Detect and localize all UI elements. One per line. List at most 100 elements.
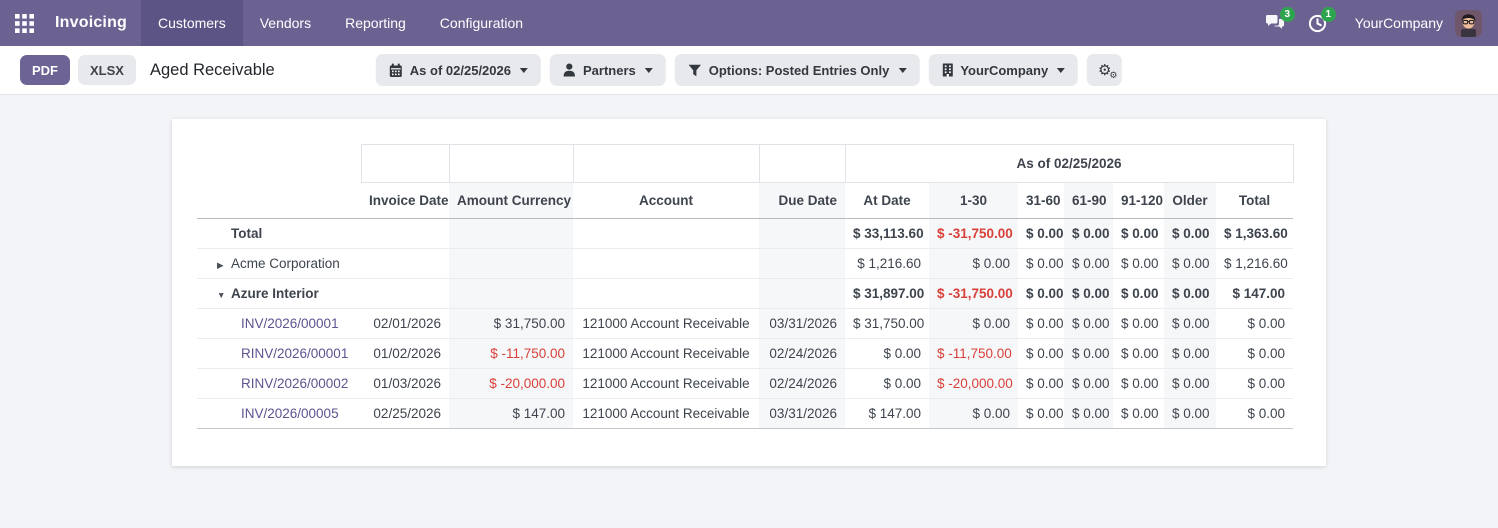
cell-older: $ 0.00 [1164, 248, 1216, 279]
cell-amount-currency: $ 147.00 [449, 398, 573, 429]
column-header-due-date: Due Date [759, 182, 845, 219]
header-spacer-cell [758, 144, 846, 183]
cell-31-60: $ 0.00 [1018, 248, 1064, 279]
cell-total: $ 147.00 [1216, 278, 1294, 309]
cell-61-90: $ 0.00 [1064, 278, 1113, 309]
cell-31-60: $ 0.00 [1018, 398, 1064, 429]
table-row[interactable]: INV/2026/00005 02/25/2026 $ 147.00 12100… [197, 398, 1294, 429]
user-company-name[interactable]: YourCompany [1355, 15, 1443, 31]
column-header-empty [197, 182, 361, 219]
column-header-at-date: At Date [845, 182, 929, 219]
cell-account: 121000 Account Receivable [573, 398, 759, 429]
cell-91-120: $ 0.00 [1113, 218, 1164, 249]
row-label[interactable]: INV/2026/00005 [241, 406, 339, 421]
cell-61-90: $ 0.00 [1064, 338, 1113, 369]
cell-amount-currency: $ -20,000.00 [449, 368, 573, 399]
nav-item-customers[interactable]: Customers [141, 0, 243, 46]
aged-receivable-table: As of 02/25/2026 Invoice Date Amount Cur… [197, 144, 1294, 429]
period-header: As of 02/25/2026 [844, 144, 1294, 183]
cell-amount-currency [449, 278, 573, 309]
partners-filter-button[interactable]: Partners [549, 54, 666, 86]
table-row[interactable]: INV/2026/00001 02/01/2026 $ 31,750.00 12… [197, 308, 1294, 339]
top-navbar: Invoicing Customers Vendors Reporting Co… [0, 0, 1498, 46]
cell-at-date: $ 147.00 [845, 398, 929, 429]
grid-icon [15, 13, 34, 33]
cell-account: 121000 Account Receivable [573, 368, 759, 399]
row-label[interactable]: RINV/2026/00001 [241, 346, 348, 361]
cell-91-120: $ 0.00 [1113, 248, 1164, 279]
row-label[interactable]: RINV/2026/00002 [241, 376, 348, 391]
messages-button[interactable]: 3 [1265, 7, 1295, 32]
nav-item-vendors[interactable]: Vendors [243, 0, 328, 46]
table-row[interactable]: RINV/2026/00001 01/02/2026 $ -11,750.00 … [197, 338, 1294, 369]
cell-invoice-date: 01/03/2026 [361, 368, 449, 399]
expand-caret-icon[interactable]: ▶ [217, 260, 231, 271]
nav-item-reporting[interactable]: Reporting [328, 0, 423, 46]
report-table-body: Total $ 33,113.60 $ -31,750.00 $ 0.00 $ … [197, 218, 1294, 429]
page-title: Aged Receivable [149, 60, 275, 79]
row-label[interactable]: Acme Corporation [231, 256, 340, 271]
cell-invoice-date [361, 278, 449, 309]
cell-1-30: $ 0.00 [929, 248, 1018, 279]
cell-1-30: $ 0.00 [929, 308, 1018, 339]
app-name[interactable]: Invoicing [47, 0, 141, 46]
date-filter-label: As of 02/25/2026 [409, 62, 511, 78]
column-header-61-90: 61-90 [1064, 182, 1113, 219]
column-header-91-120: 91-120 [1113, 182, 1164, 219]
column-header-total: Total [1216, 182, 1294, 219]
cell-due-date [759, 278, 845, 309]
messages-badge: 3 [1279, 7, 1295, 22]
cell-at-date: $ 33,113.60 [845, 218, 929, 249]
cell-1-30: $ -20,000.00 [929, 368, 1018, 399]
cell-older: $ 0.00 [1164, 368, 1216, 399]
table-row[interactable]: RINV/2026/00002 01/03/2026 $ -20,000.00 … [197, 368, 1294, 399]
cell-due-date: 02/24/2026 [759, 338, 845, 369]
expand-caret-icon[interactable]: ▼ [217, 290, 231, 300]
table-row[interactable]: Total $ 33,113.60 $ -31,750.00 $ 0.00 $ … [197, 218, 1294, 249]
row-label[interactable]: INV/2026/00001 [241, 316, 339, 331]
xlsx-button[interactable]: XLSX [78, 55, 136, 85]
cell-31-60: $ 0.00 [1018, 218, 1064, 249]
partners-filter-label: Partners [582, 62, 636, 78]
column-header-amount-currency: Amount Currency [449, 182, 573, 219]
row-label[interactable]: Total [231, 226, 262, 241]
cell-due-date: 03/31/2026 [759, 308, 845, 339]
cell-amount-currency: $ 31,750.00 [449, 308, 573, 339]
cell-at-date: $ 31,750.00 [845, 308, 929, 339]
cell-due-date [759, 248, 845, 279]
cell-total: $ 0.00 [1216, 398, 1294, 429]
cell-61-90: $ 0.00 [1064, 218, 1113, 249]
funnel-icon [688, 64, 702, 77]
cogs-icon: ⚙ ⚙ [1097, 60, 1118, 81]
chevron-down-icon [1057, 67, 1066, 73]
cell-invoice-date: 02/01/2026 [361, 308, 449, 339]
chevron-down-icon [898, 67, 907, 73]
column-header-invoice-date: Invoice Date [361, 182, 449, 219]
cell-61-90: $ 0.00 [1064, 248, 1113, 279]
cell-account: 121000 Account Receivable [573, 308, 759, 339]
report-settings-button[interactable]: ⚙ ⚙ [1087, 54, 1123, 86]
calendar-icon [389, 63, 403, 78]
user-avatar[interactable] [1455, 9, 1482, 37]
cell-at-date: $ 0.00 [845, 368, 929, 399]
cell-91-120: $ 0.00 [1113, 398, 1164, 429]
date-filter-button[interactable]: As of 02/25/2026 [375, 54, 541, 86]
apps-menu-button[interactable] [0, 0, 47, 46]
table-row[interactable]: ▶ Acme Corporation $ 1,216.60 $ 0.00 $ 0.… [197, 248, 1294, 279]
main-content: As of 02/25/2026 Invoice Date Amount Cur… [0, 95, 1498, 466]
activities-button[interactable]: 1 [1308, 6, 1336, 33]
filter-group: As of 02/25/2026 Partners Options: Poste… [375, 54, 1123, 86]
cell-account: 121000 Account Receivable [573, 338, 759, 369]
header-spacer [197, 144, 361, 183]
chevron-down-icon [644, 67, 653, 73]
report-card: As of 02/25/2026 Invoice Date Amount Cur… [172, 119, 1326, 466]
nav-item-configuration[interactable]: Configuration [423, 0, 540, 46]
row-label[interactable]: Azure Interior [231, 286, 319, 301]
company-filter-button[interactable]: YourCompany [928, 54, 1079, 86]
cell-account [573, 248, 759, 279]
cell-amount-currency: $ -11,750.00 [449, 338, 573, 369]
table-row[interactable]: ▼ Azure Interior $ 31,897.00 $ -31,750.00… [197, 278, 1294, 309]
options-filter-button[interactable]: Options: Posted Entries Only [674, 54, 920, 86]
pdf-button[interactable]: PDF [20, 55, 70, 85]
cell-1-30: $ -31,750.00 [929, 278, 1018, 309]
